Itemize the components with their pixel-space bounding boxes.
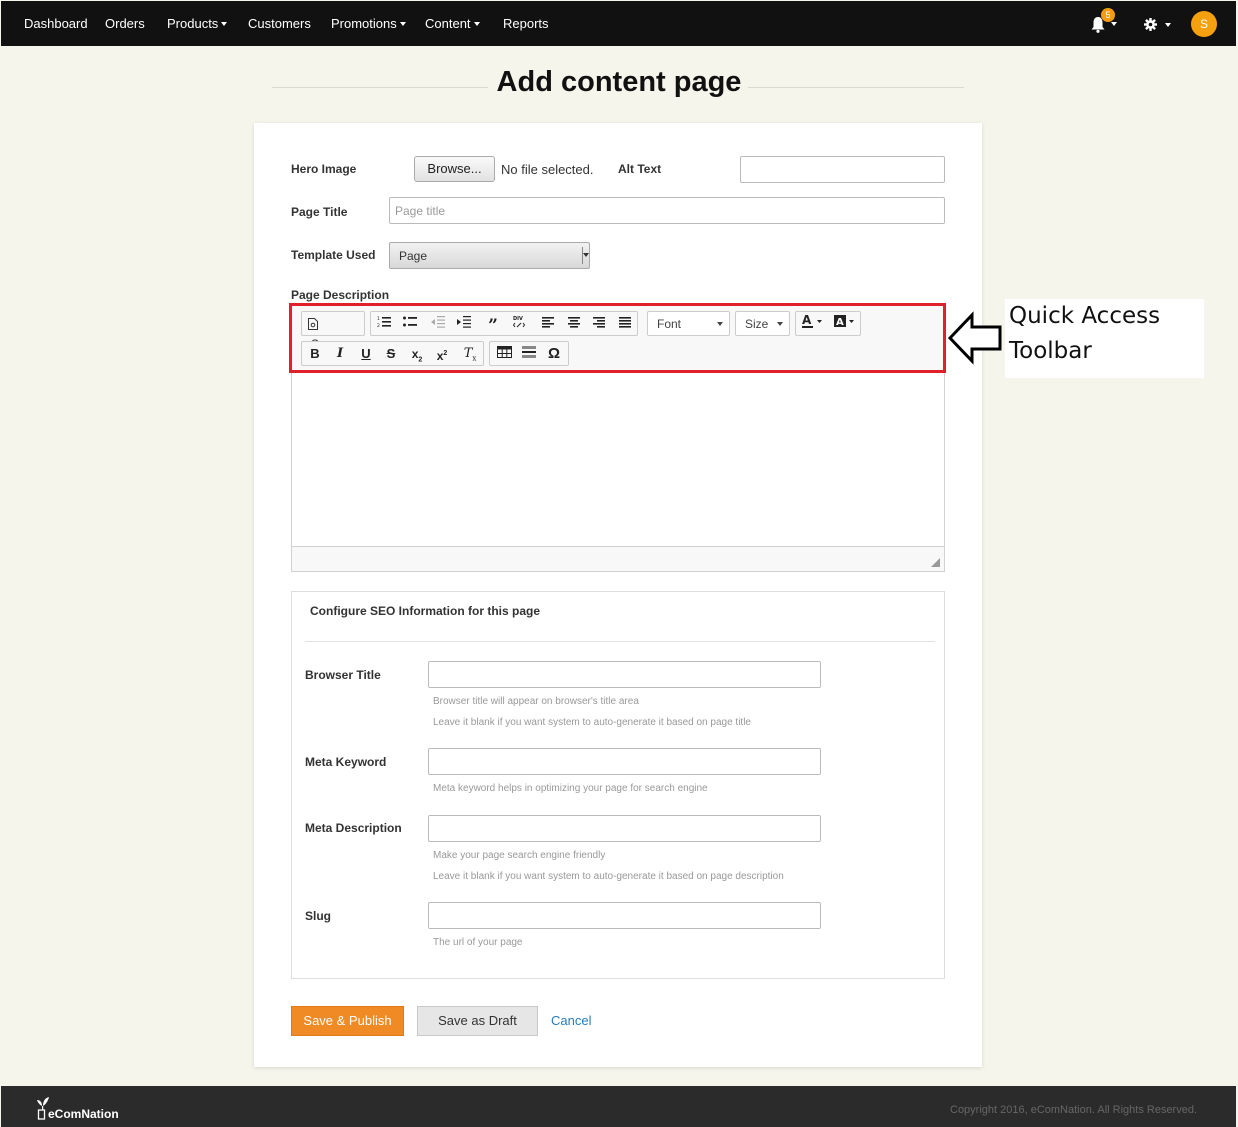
nav-customers[interactable]: Customers: [248, 16, 311, 31]
annotation-line-2: Toolbar: [1009, 338, 1092, 364]
notification-badge: 5: [1101, 8, 1115, 22]
browser-title-help: Browser title will appear on browser's t…: [433, 696, 639, 707]
cancel-link[interactable]: Cancel: [551, 1013, 591, 1028]
seo-divider: [305, 641, 935, 642]
seo-panel-title: Configure SEO Information for this page: [310, 604, 541, 618]
nav-content-label: Content: [425, 16, 471, 31]
editor-content-area[interactable]: [292, 372, 944, 547]
chevron-down-icon: [473, 22, 480, 26]
page-description-label: Page Description: [291, 288, 390, 302]
browser-title-label: Browser Title: [305, 668, 381, 682]
copyright-text: Copyright 2016, eComNation. All Rights R…: [950, 1104, 1198, 1116]
footer: eComNation Copyright 2016, eComNation. A…: [1, 1086, 1236, 1127]
chevron-down-icon: [221, 22, 228, 26]
meta-description-help: Make your page search engine friendly: [433, 850, 606, 861]
chevron-down-icon: [399, 22, 406, 26]
browse-button[interactable]: Browse...: [414, 156, 495, 182]
slug-input[interactable]: [428, 902, 821, 929]
meta-keyword-help: Meta keyword helps in optimizing your pa…: [433, 783, 708, 794]
nav-reports[interactable]: Reports: [503, 16, 549, 31]
template-select-value: Page: [399, 249, 428, 263]
nav-products-label: Products: [167, 16, 219, 31]
gear-icon: [1144, 18, 1157, 31]
nav-dashboard[interactable]: Dashboard: [24, 16, 88, 31]
toolbar-highlight-box: [289, 303, 946, 373]
meta-description-help-2: Leave it blank if you want system to aut…: [433, 871, 784, 882]
hero-image-label: Hero Image: [291, 162, 357, 176]
template-select[interactable]: Page: [389, 242, 590, 269]
annotation-line-1: Quick Access: [1009, 303, 1161, 329]
footer-logo-text: eComNation: [48, 1107, 119, 1121]
chevron-down-icon: [1165, 23, 1171, 27]
notifications-button[interactable]: 5: [1091, 8, 1117, 35]
chevron-down-icon: [1111, 22, 1117, 26]
settings-button[interactable]: [1144, 16, 1172, 34]
nav-products[interactable]: Products: [167, 16, 228, 31]
save-draft-button[interactable]: Save as Draft: [417, 1006, 538, 1036]
browser-title-input[interactable]: [428, 661, 821, 688]
user-avatar[interactable]: S: [1191, 11, 1217, 37]
meta-description-input[interactable]: [428, 815, 821, 842]
meta-keyword-input[interactable]: [428, 748, 821, 775]
page-title-label: Page Title: [291, 205, 348, 219]
nav-content[interactable]: Content: [425, 16, 480, 31]
template-label: Template Used: [291, 248, 376, 262]
top-navbar: Dashboard Orders Products Customers Prom…: [1, 1, 1236, 46]
page-title-input[interactable]: [389, 197, 945, 224]
editor-status-bar: [292, 546, 944, 571]
file-status-text: No file selected.: [501, 162, 594, 177]
arrow-left-icon: [948, 311, 1002, 365]
chevron-down-icon: [582, 247, 589, 264]
nav-promotions-label: Promotions: [331, 16, 397, 31]
alt-text-input[interactable]: [740, 156, 945, 183]
save-publish-button[interactable]: Save & Publish: [291, 1006, 404, 1036]
browser-title-help-2: Leave it blank if you want system to aut…: [433, 717, 751, 728]
resize-handle-icon[interactable]: [931, 558, 940, 567]
meta-description-label: Meta Description: [305, 821, 402, 835]
meta-keyword-label: Meta Keyword: [305, 755, 387, 769]
slug-label: Slug: [305, 909, 331, 923]
nav-promotions[interactable]: Promotions: [331, 16, 406, 31]
page-title: Add content page: [496, 66, 742, 98]
slug-help: The url of your page: [433, 937, 523, 948]
annotation-callout: Quick Access Toolbar: [1005, 299, 1204, 378]
nav-orders[interactable]: Orders: [105, 16, 145, 31]
alt-text-label: Alt Text: [618, 162, 662, 176]
